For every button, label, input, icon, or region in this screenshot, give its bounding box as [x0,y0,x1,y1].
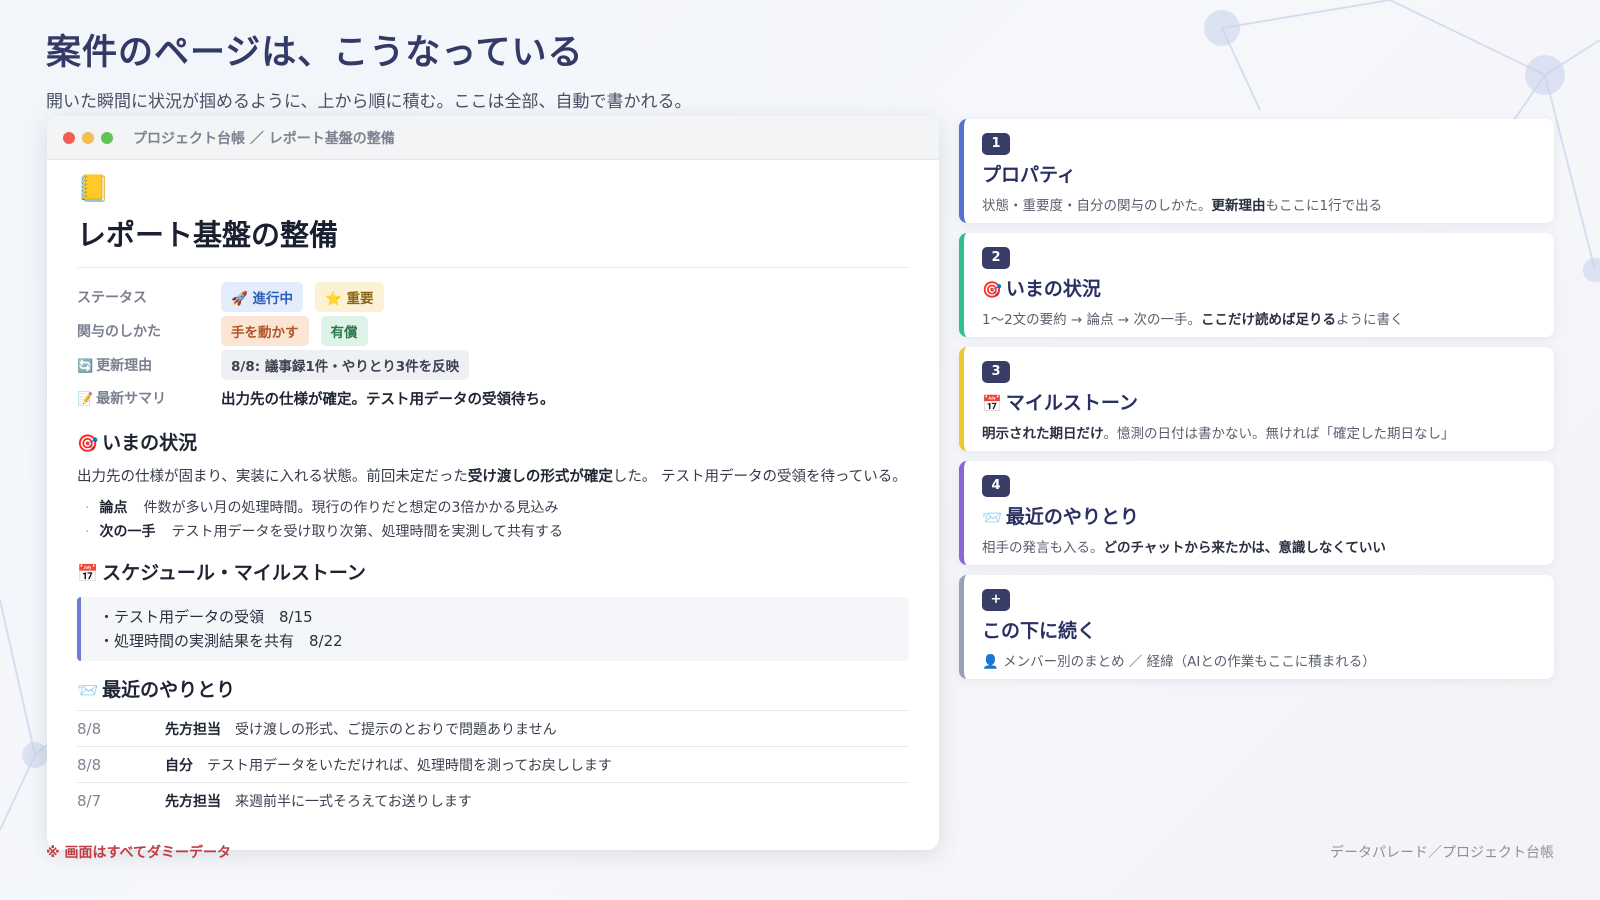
chat-speaker: 先方担当 [165,793,221,810]
target-icon: 🎯 [982,280,1002,299]
card-description: 👤 メンバー別のまとめ ／ 経緯（AIとの作業もここに積まれる） [982,654,1376,670]
chat-date: 8/7 [77,791,102,810]
card-recent-chats: 4 📨 最近のやりとり 相手の発言も入る。どのチャットから来たかは、意識しなくてい… [959,461,1554,565]
page-subtitle: 開いた瞬間に状況が掴めるように、上から順に積む。ここは全部、自動で書かれる。 [46,92,692,112]
property-latest-summary: 📝 最新サマリ 出力先の仕様が確定。テスト用データの受領待ち。 [77,382,909,414]
step-badge: 1 [982,133,1010,155]
involvement-tag-paid[interactable]: 有償 [320,316,368,346]
chat-list: 8/8 先方担当 受け渡しの形式、ご提示のとおりで問題ありません 8/8 自分 … [77,710,909,818]
chat-message: テスト用データをいただければ、処理時間を測ってお戻しします [207,757,612,774]
property-status: ステータス 🚀 進行中 ⭐ 重要 [77,280,909,314]
card-title: 📨 最近のやりとり [982,506,1139,528]
window-titlebar: プロジェクト台帳 ／ レポート基盤の整備 [47,116,939,160]
minimize-window-button[interactable] [82,131,94,144]
milestone-item: ・テスト用データの受領 8/15 [99,608,313,626]
section-heading-schedule: 📅 スケジュール・マイルストーン [77,562,366,584]
card-description: 相手の発言も入る。どのチャットから来たかは、意識しなくていい [982,540,1386,556]
step-badge: 4 [982,475,1010,497]
card-current-status: 2 🎯 いまの状況 1〜2文の要約 → 論点 → 次の一手。ここだけ読めば足りるよ… [959,233,1554,337]
section-heading-status: 🎯 いまの状況 [77,432,198,454]
plus-badge: + [982,589,1010,611]
status-bullets: · 論点 件数が多い月の処理時間。現行の作りだと想定の3倍かかる見込み · 次の一手テ… [77,496,909,544]
milestone-item: ・処理時間の実測結果を共有 8/22 [99,632,343,650]
section-heading-recent-chats: 📨 最近のやりとり [77,679,236,701]
close-window-button[interactable] [63,131,75,144]
status-tag-in-progress[interactable]: 🚀 進行中 [221,282,304,312]
maximize-window-button[interactable] [101,131,113,144]
chat-message: 受け渡しの形式、ご提示のとおりで問題ありません [235,721,557,738]
update-reason-value[interactable]: 8/8: 議事録1件・やりとり3件を反映 [221,350,470,380]
notebook-icon: 📒 [77,174,110,204]
page-header: 案件のページは、こうなっている 開いた瞬間に状況が掴めるように、上から順に積む。… [46,24,692,112]
chat-speaker: 自分 [165,757,193,774]
table-row[interactable]: 8/8 自分 テスト用データをいただければ、処理時間を測ってお戻しします [77,746,909,782]
breadcrumb[interactable]: プロジェクト台帳 ／ レポート基盤の整備 [133,128,395,148]
card-milestones: 3 📅 マイルストーン 明示された期日だけ。憶測の日付は書かない。無ければ「確定し… [959,347,1554,451]
card-title: この下に続く [982,620,1097,642]
chat-date: 8/8 [77,755,102,774]
page-title: 案件のページは、こうなっている [46,33,584,73]
status-tag-important[interactable]: ⭐ 重要 [315,282,384,312]
property-label: 最新サマリ [96,391,167,407]
calendar-icon: 📅 [77,564,99,584]
chat-message: 来週前半に一式そろえてお送りします [235,793,472,810]
card-description: 明示された期日だけ。憶測の日付は書かない。無ければ「確定した期日なし」 [982,426,1455,442]
document-title[interactable]: レポート基盤の整備 [77,212,909,268]
property-update-reason: 🔄 更新理由 8/8: 議事録1件・やりとり3件を反映 [77,348,909,382]
step-badge: 2 [982,247,1010,269]
latest-summary-value[interactable]: 出力先の仕様が確定。テスト用データの受領待ち。 [221,388,555,409]
step-badge: 3 [982,361,1010,383]
document-body: 📒 レポート基盤の整備 ステータス 🚀 進行中 ⭐ 重要 関与のしかた 手を動か… [47,160,939,818]
property-involvement: 関与のしかた 手を動かす 有償 [77,314,909,348]
list-item: · 次の一手 テスト用データを受け取り次第、処理時間を実測して共有する [85,524,564,540]
memo-icon: 📝 [77,392,94,407]
project-page-window: プロジェクト台帳 ／ レポート基盤の整備 📒 レポート基盤の整備 ステータス 🚀… [47,116,939,850]
property-label: ステータス [77,290,147,306]
list-item: · 論点 件数が多い月の処理時間。現行の作りだと想定の3倍かかる見込み [85,500,559,516]
table-row[interactable]: 8/8 先方担当 受け渡しの形式、ご提示のとおりで問題ありません [77,710,909,746]
card-continues-below: + この下に続く 👤 メンバー別のまとめ ／ 経緯（AIとの作業もここに積まれる… [959,575,1554,679]
target-icon: 🎯 [77,434,99,454]
card-title: 🎯 いまの状況 [982,278,1101,300]
card-description: 状態・重要度・自分の関与のしかた。更新理由もここに1行で出る [982,198,1383,214]
credit-label: データパレード／プロジェクト台帳 [1330,845,1554,861]
inbox-icon: 📨 [982,508,1002,527]
property-label: 関与のしかた [77,324,161,340]
status-paragraph: 出力先の仕様が固まり、実装に入れる状態。前回未定だった受け渡しの形式が確定した。… [77,469,907,485]
card-title: プロパティ [982,164,1076,186]
chat-date: 8/8 [77,719,102,738]
table-row[interactable]: 8/7 先方担当 来週前半に一式そろえてお送りします [77,782,909,818]
properties-panel: ステータス 🚀 進行中 ⭐ 重要 関与のしかた 手を動かす 有償 🔄 更新理由 8… [77,280,909,414]
refresh-icon: 🔄 [77,359,94,374]
card-description: 1〜2文の要約 → 論点 → 次の一手。ここだけ読めば足りるように書く [982,312,1404,328]
calendar-icon: 📅 [982,394,1002,413]
involvement-tag-hands-on[interactable]: 手を動かす [221,316,309,346]
inbox-icon: 📨 [77,681,99,701]
dummy-data-note: ※ 画面はすべてダミーデータ [46,845,231,861]
explanation-cards: 1 プロパティ 状態・重要度・自分の関与のしかた。更新理由もここに1行で出る 2… [959,119,1554,689]
milestone-box: ・テスト用データの受領 8/15 ・処理時間の実測結果を共有 8/22 [77,597,909,661]
card-title: 📅 マイルストーン [982,392,1138,414]
card-properties: 1 プロパティ 状態・重要度・自分の関与のしかた。更新理由もここに1行で出る [959,119,1554,223]
property-label: 更新理由 [96,358,153,374]
chat-speaker: 先方担当 [165,721,221,738]
